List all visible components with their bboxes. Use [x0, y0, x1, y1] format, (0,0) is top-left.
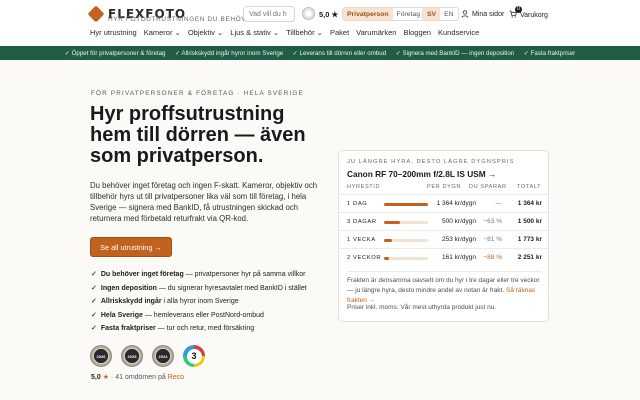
price-bar-track — [384, 203, 428, 206]
account-link[interactable]: Mina sidor — [461, 10, 504, 18]
usp-banner: Öppet för privatpersoner & företag Allri… — [0, 46, 640, 60]
audience-business-button[interactable]: Företag — [393, 8, 424, 20]
main-nav: Hyr utrustning Kameror ⌄ Objektiv ⌄ Ljus… — [90, 28, 486, 37]
logo-tagline: HYR FOTOUTRUSTNINGEN DU BEHÖVER — [108, 16, 257, 23]
column-header: DU SPARAR — [469, 184, 507, 190]
nav-item-objektiv[interactable]: Objektiv ⌄ — [188, 28, 223, 37]
account-label: Mina sidor — [472, 10, 505, 18]
price-bar-track — [384, 221, 428, 224]
column-header: PER DYGN — [427, 184, 462, 190]
user-icon — [461, 10, 469, 18]
hero-eyebrow: FÖR PRIVATPERSONER & FÖRETAG · HELA SVER… — [91, 90, 304, 97]
cart-label: Varukorg — [520, 11, 548, 19]
hero-body: Du behöver inget företag och ingen F-ska… — [90, 181, 318, 223]
award-badges: 2026 2025 2024 3 — [90, 345, 214, 367]
award-badge-icon: 2026 — [90, 345, 112, 367]
reco-link[interactable]: Reco — [168, 374, 184, 381]
column-header: TOTALT — [517, 184, 542, 190]
language-toggle: SV EN — [422, 7, 459, 21]
header-rating: 5,0 ★ — [319, 10, 339, 19]
language-sv-button[interactable]: SV — [423, 8, 441, 20]
list-item: Hela Sverige — hemleverans eller PostNor… — [91, 309, 307, 323]
list-item: Fasta fraktpriser — tur och retur, med f… — [91, 322, 307, 336]
table-row: 1 DAG 1 364 kr/dygn — 1 364 kr — [339, 194, 550, 212]
nav-item-kundservice[interactable]: Kundservice — [438, 28, 479, 37]
nav-item-varumarken[interactable]: Varumärken — [356, 28, 396, 37]
usp-item: Öppet för privatpersoner & företag — [65, 50, 166, 57]
price-bar — [384, 203, 428, 206]
list-item: Du behöver inget företag — privatpersone… — [91, 268, 307, 282]
usp-item: Allriskskydd ingår hyror inom Sverige — [175, 50, 283, 57]
review-summary: 5,0 ★ · 41 omdömen på Reco — [91, 374, 185, 381]
price-bar-track — [384, 239, 428, 242]
audience-private-button[interactable]: Privatperson — [343, 8, 393, 20]
reco-badge-icon — [302, 7, 315, 20]
list-item: Allriskskydd ingår i alla hyror inom Sve… — [91, 295, 307, 309]
cart-count-badge: 0 — [515, 6, 522, 13]
feature-list: Du behöver inget företag — privatpersone… — [91, 268, 307, 336]
price-card-product-link[interactable]: Canon RF 70–200mm f/2.8L IS USM → — [347, 169, 496, 179]
language-en-button[interactable]: EN — [440, 8, 457, 20]
nav-item-hyr-utrustning[interactable]: Hyr utrustning — [90, 28, 137, 37]
nav-item-paket[interactable]: Paket — [330, 28, 349, 37]
nav-item-ljus-stativ[interactable]: Ljus & stativ ⌄ — [230, 28, 279, 37]
search-input[interactable]: Vad vill du h — [243, 6, 295, 22]
site-header: FLEXFOTO HYR FOTOUTRUSTNINGEN DU BEHÖVER… — [0, 0, 640, 44]
usp-item: Leverans till dörren eller ombud — [293, 50, 387, 57]
column-header: HYRESTID — [347, 184, 381, 190]
table-row: 2 VECKOR 161 kr/dygn −88 % 2 251 kr — [339, 248, 550, 266]
shipping-note: Frakten är densamma oavsett om du hyr i … — [347, 271, 542, 306]
audience-toggle: Privatperson Företag — [342, 7, 425, 21]
table-row: 1 VECKA 253 kr/dygn −81 % 1 773 kr — [339, 230, 550, 248]
price-bar — [384, 221, 401, 224]
table-row: 3 DAGAR 500 kr/dygn −63 % 1 500 kr — [339, 212, 550, 230]
logo-mark-icon — [87, 5, 105, 23]
award-badge-icon: 3 — [183, 345, 205, 367]
price-card-eyebrow: JU LÄNGRE HYRA, DESTO LÄGRE DYGNSPRIS — [347, 159, 515, 165]
usp-item: Signera med BankID — ingen deposition — [396, 50, 514, 57]
award-badge-icon: 2024 — [152, 345, 174, 367]
price-bar-track — [384, 257, 428, 260]
usp-item: Fasta fraktpriser — [524, 50, 576, 57]
price-footnote: Priser inkl. moms. Vår mest uthyrda prod… — [347, 304, 497, 311]
hero-title: Hyr proffsutrustning hem till dörren — ä… — [90, 103, 306, 167]
nav-item-bloggen[interactable]: Bloggen — [403, 28, 431, 37]
nav-item-tillbehor[interactable]: Tillbehör ⌄ — [286, 28, 323, 37]
price-bar — [384, 239, 393, 242]
cart-link[interactable]: 0 Varukorg — [509, 6, 548, 20]
award-badge-icon: 2025 — [121, 345, 143, 367]
list-item: Ingen deposition — du signerar hyresavta… — [91, 282, 307, 296]
see-all-equipment-button[interactable]: Se all utrustning → — [90, 237, 172, 257]
price-bar — [384, 257, 390, 260]
price-card: JU LÄNGRE HYRA, DESTO LÄGRE DYGNSPRIS Ca… — [338, 150, 550, 322]
nav-item-kameror[interactable]: Kameror ⌄ — [144, 28, 181, 37]
